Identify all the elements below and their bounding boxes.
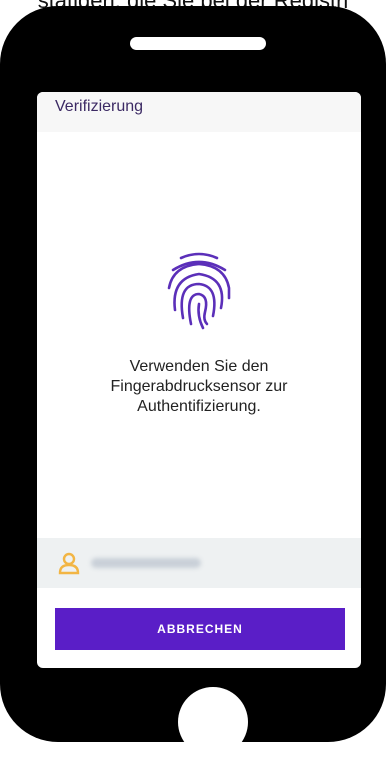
username-redacted xyxy=(91,558,201,568)
auth-message-line-3: Authentifizierung. xyxy=(137,398,261,415)
auth-message: Verwenden Sie den Fingerabdrucksensor zu… xyxy=(67,357,331,417)
auth-message-line-2: Fingerabdrucksensor zur xyxy=(110,378,288,395)
dialog-title: Verifizierung xyxy=(55,98,144,115)
dialog-header: Verifizierung xyxy=(37,92,361,132)
fingerprint-icon xyxy=(167,252,231,330)
auth-message-line-1: Verwenden Sie den xyxy=(129,358,269,375)
phone-screen: Verifizierung Verwenden Sie den Fingerab… xyxy=(37,92,361,668)
user-account-row xyxy=(37,538,361,588)
phone-speaker xyxy=(130,37,266,50)
user-icon xyxy=(58,552,80,575)
cancel-button[interactable]: ABBRECHEN xyxy=(55,608,345,650)
home-button[interactable] xyxy=(178,687,248,757)
phone-frame: Verifizierung Verwenden Sie den Fingerab… xyxy=(0,6,386,757)
